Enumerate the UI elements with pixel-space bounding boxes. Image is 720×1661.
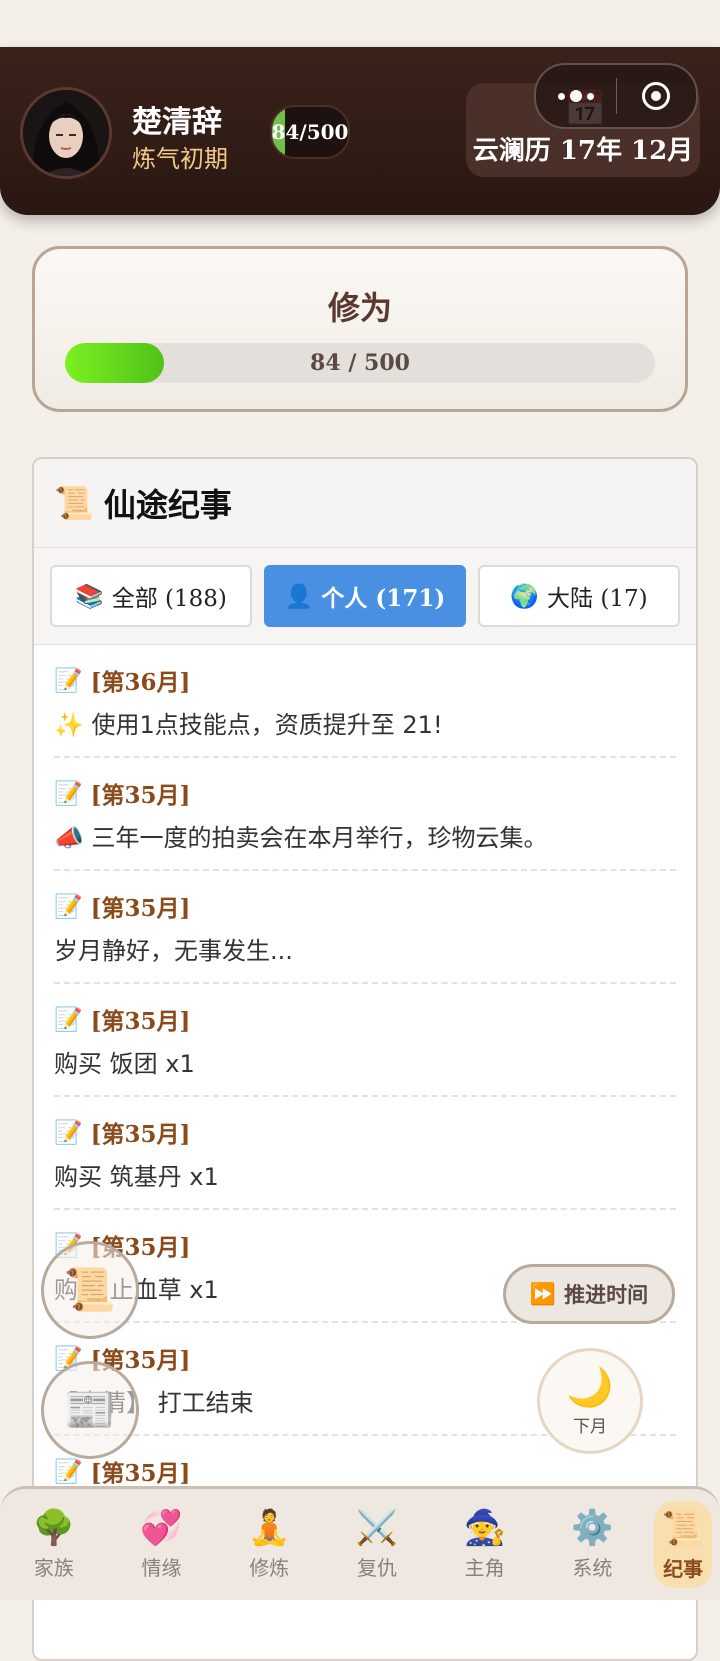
person-icon: 👤 — [284, 583, 314, 610]
chronicle-title: 仙途纪事 — [103, 486, 232, 524]
character-name: 楚清辞 — [132, 105, 222, 140]
scroll-float-button[interactable]: 📜 — [41, 1241, 139, 1339]
bottom-nav: 🌳 家族 💞 情缘 🧘 修炼 ⚔️ 复仇 🧙 主角 ⚙️ 系统 📜 纪事 — [0, 1486, 720, 1600]
list-item: 📝 [第35月] 购买 饭团 x1 — [54, 984, 676, 1097]
scroll-icon: 📜 — [661, 1509, 705, 1549]
nav-family-label: 家族 — [33, 1556, 74, 1580]
miniprogram-capsule — [534, 63, 698, 129]
list-item: 📝 [第35月] 岁月静好，无事发生... — [54, 871, 676, 984]
tab-all[interactable]: 📚 全部 (188) — [50, 565, 252, 627]
target-icon — [642, 82, 671, 110]
entry-text: 岁月静好，无事发生... — [54, 937, 293, 965]
entry-month: [第35月] — [90, 895, 191, 922]
scroll-icon: 📜 — [54, 484, 94, 522]
top-header: 楚清辞 炼气初期 84/500 📅 云澜历 17年 12月 — [0, 47, 720, 215]
cultivation-progress-text: 84 / 500 — [310, 350, 410, 376]
entry-month: [第35月] — [90, 1121, 191, 1148]
nav-romance-label: 情缘 — [141, 1556, 182, 1580]
mage-icon: 🧙 — [463, 1508, 506, 1548]
list-item: 📝 [第35月] 购买 筑基丹 x1 — [54, 1097, 676, 1210]
memo-icon: 📝 — [54, 1118, 83, 1146]
entry-month: [第35月] — [90, 1460, 191, 1487]
cultivation-card: 修为 84 / 500 — [32, 246, 688, 412]
nav-system-label: 系统 — [572, 1556, 613, 1580]
crossed-swords-icon: ⚔️ — [355, 1508, 399, 1548]
more-menu-button[interactable] — [536, 65, 616, 127]
globe-icon: 🌍 — [510, 583, 540, 610]
newspaper-icon: 📰 — [63, 1385, 117, 1434]
entry-text: 购买 筑基丹 x1 — [54, 1163, 219, 1191]
nav-chronicle-label: 纪事 — [663, 1557, 704, 1581]
entry-month: [第36月] — [90, 669, 191, 696]
chronicle-header: 📜 仙途纪事 — [34, 459, 696, 548]
tree-icon: 🌳 — [32, 1508, 76, 1548]
nav-chronicle[interactable]: 📜 纪事 — [654, 1501, 713, 1588]
cultivation-title: 修为 — [327, 289, 392, 327]
next-month-label: 下月 — [573, 1416, 607, 1437]
tab-personal-label: 个人 (171) — [321, 585, 446, 612]
fast-forward-icon: ⏩ — [529, 1281, 557, 1306]
nav-romance[interactable]: 💞 情缘 — [116, 1508, 208, 1581]
entry-text: ✨ 使用1点技能点，资质提升至 21! — [54, 711, 443, 739]
entry-month: [第35月] — [90, 1008, 191, 1035]
memo-icon: 📝 — [54, 666, 83, 694]
more-dots-icon — [557, 90, 594, 102]
mini-progress-text: 84/500 — [271, 120, 349, 144]
nav-revenge[interactable]: ⚔️ 复仇 — [331, 1508, 423, 1581]
tab-continent-label: 大陆 (17) — [547, 586, 648, 612]
next-month-button[interactable]: 🌙 下月 — [537, 1348, 643, 1454]
nav-system[interactable]: ⚙️ 系统 — [546, 1508, 638, 1581]
list-item: 📝 [第36月] ✨ 使用1点技能点，资质提升至 21! — [54, 645, 676, 758]
close-miniprogram-button[interactable] — [617, 65, 697, 127]
memo-icon: 📝 — [54, 779, 83, 807]
gear-icon: ⚙️ — [571, 1508, 614, 1548]
books-icon: 📚 — [75, 583, 104, 610]
hearts-icon: 💞 — [140, 1508, 183, 1548]
chronicle-tabs: 📚 全部 (188) 👤 个人 (171) 🌍 大陆 (17) — [34, 548, 696, 645]
character-realm: 炼气初期 — [132, 145, 228, 173]
entry-month: [第35月] — [90, 782, 191, 809]
entry-text: 📣 三年一度的拍卖会在本月举行，珍物云集。 — [54, 824, 548, 852]
tab-all-label: 全部 (188) — [111, 586, 227, 612]
advance-time-label: 推进时间 — [564, 1283, 649, 1307]
chronicle-panel: 📜 仙途纪事 📚 全部 (188) 👤 个人 (171) 🌍 大陆 (17) 📝… — [32, 457, 698, 1661]
avatar[interactable] — [20, 87, 112, 179]
nav-cultivate-label: 修炼 — [249, 1556, 290, 1580]
advance-time-button[interactable]: ⏩ 推进时间 — [503, 1264, 675, 1324]
news-float-button[interactable]: 📰 — [41, 1361, 139, 1459]
nav-family[interactable]: 🌳 家族 — [8, 1508, 100, 1581]
nav-protagonist-label: 主角 — [464, 1556, 505, 1580]
scroll-icon: 📜 — [63, 1265, 117, 1314]
memo-icon: 📝 — [54, 1005, 83, 1033]
memo-icon: 📝 — [54, 1457, 83, 1485]
cultivation-mini-pill: 84/500 — [270, 105, 350, 159]
list-item: 📝 [第35月] 📣 三年一度的拍卖会在本月举行，珍物云集。 — [54, 758, 676, 871]
nav-cultivate[interactable]: 🧘 修炼 — [223, 1508, 315, 1581]
entry-text: 购买 饭团 x1 — [54, 1050, 195, 1078]
tab-continent[interactable]: 🌍 大陆 (17) — [478, 565, 680, 627]
memo-icon: 📝 — [54, 892, 83, 920]
tab-personal[interactable]: 👤 个人 (171) — [264, 565, 466, 627]
nav-protagonist[interactable]: 🧙 主角 — [439, 1508, 531, 1581]
date-text: 云澜历 17年 12月 — [472, 136, 694, 166]
moon-icon: 🌙 — [566, 1364, 614, 1409]
meditation-icon: 🧘 — [248, 1508, 291, 1548]
nav-revenge-label: 复仇 — [356, 1556, 397, 1580]
cultivation-progress-bar: 84 / 500 — [65, 343, 655, 383]
